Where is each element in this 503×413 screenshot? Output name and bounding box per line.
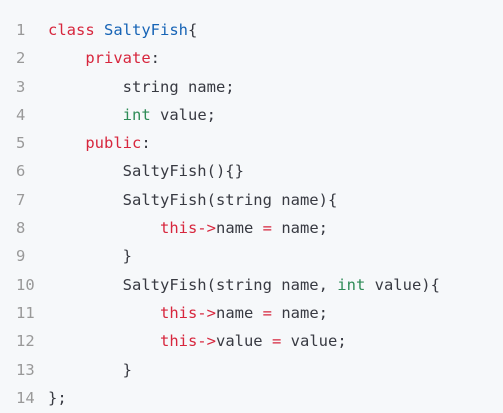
line-code: this->name = name; [36, 214, 503, 242]
code-line: 3 string name; [0, 73, 503, 101]
line-code: this->value = value; [36, 327, 503, 355]
code-token: } [48, 360, 132, 379]
line-number: 4 [16, 105, 26, 124]
code-line: 5 public: [0, 129, 503, 157]
code-token: SaltyFish(string name, [48, 275, 338, 294]
code-line: 8 this->name = name; [0, 214, 503, 242]
code-line: 10 SaltyFish(string name, int value){ [0, 271, 503, 299]
code-token: } [48, 247, 132, 266]
line-code: } [36, 242, 503, 270]
line-number: 13 [16, 360, 35, 379]
code-token: = [262, 219, 272, 238]
code-token: = [271, 332, 282, 351]
code-line: 7 SaltyFish(string name){ [0, 186, 503, 214]
line-code: SaltyFish(string name, int value){ [36, 271, 503, 299]
line-number: 6 [16, 162, 26, 181]
line-code: string name; [36, 73, 503, 101]
code-line: 13 } [0, 356, 503, 384]
code-token: value; [150, 105, 216, 124]
code-token: class [48, 21, 104, 39]
code-line: 11 this->name = name; [0, 299, 503, 327]
line-number: 8 [16, 219, 26, 238]
code-line: 12 this->value = value; [0, 327, 503, 355]
code-token: value [215, 332, 272, 351]
line-number: 9 [16, 247, 26, 266]
code-token: : [141, 134, 151, 153]
line-number: 14 [16, 388, 35, 407]
line-code: } [36, 356, 503, 384]
line-number: 2 [16, 49, 26, 68]
code-token: name; [272, 303, 328, 322]
line-code: }; [36, 384, 503, 412]
code-token: { [188, 21, 198, 39]
line-code: SaltyFish(){} [36, 157, 503, 185]
line-number: 10 [16, 275, 35, 294]
code-line: 6 SaltyFish(){} [0, 157, 503, 185]
line-number: 12 [16, 332, 35, 351]
code-line: 4 int value; [0, 101, 503, 129]
code-token: int [122, 105, 151, 124]
code-token: name; [272, 219, 328, 238]
code-token: SaltyFish [104, 21, 188, 39]
code-token: SaltyFish(){} [48, 162, 244, 181]
line-number: 1 [16, 21, 26, 39]
line-number: 3 [16, 77, 26, 96]
line-code: int value; [36, 101, 503, 129]
line-code: class SaltyFish{ [36, 16, 503, 44]
code-token: name [215, 303, 263, 322]
code-token: value){ [365, 275, 440, 294]
line-code: private: [36, 44, 503, 72]
code-line: 2 private: [0, 44, 503, 72]
line-number: 7 [16, 190, 26, 209]
code-token: this-> [159, 219, 216, 238]
code-token: this-> [159, 332, 216, 351]
code-token: this-> [159, 303, 216, 322]
code-lines: 1 class SaltyFish{2 private: 3 string name… [0, 16, 503, 412]
code-token: value; [281, 332, 347, 351]
code-line: 14}; [0, 384, 503, 412]
line-number: 11 [16, 303, 35, 322]
code-token: public [85, 134, 142, 153]
code-line: 1 class SaltyFish{ [0, 16, 503, 44]
code-token: int [337, 275, 366, 294]
code-token: : [150, 49, 160, 68]
code-token: string name; [48, 77, 235, 96]
code-token: SaltyFish(string name){ [48, 190, 338, 209]
line-code: public: [36, 129, 503, 157]
line-number: 5 [16, 134, 26, 153]
code-line: 9 } [0, 242, 503, 270]
code-token: name [215, 219, 263, 238]
code-token: private [85, 49, 151, 68]
line-code: this->name = name; [36, 299, 503, 327]
line-code: SaltyFish(string name){ [36, 186, 503, 214]
code-token: }; [48, 388, 67, 407]
code-token: = [262, 303, 272, 322]
code-block[interactable]: 1 class SaltyFish{2 private: 3 string name… [0, 0, 503, 413]
